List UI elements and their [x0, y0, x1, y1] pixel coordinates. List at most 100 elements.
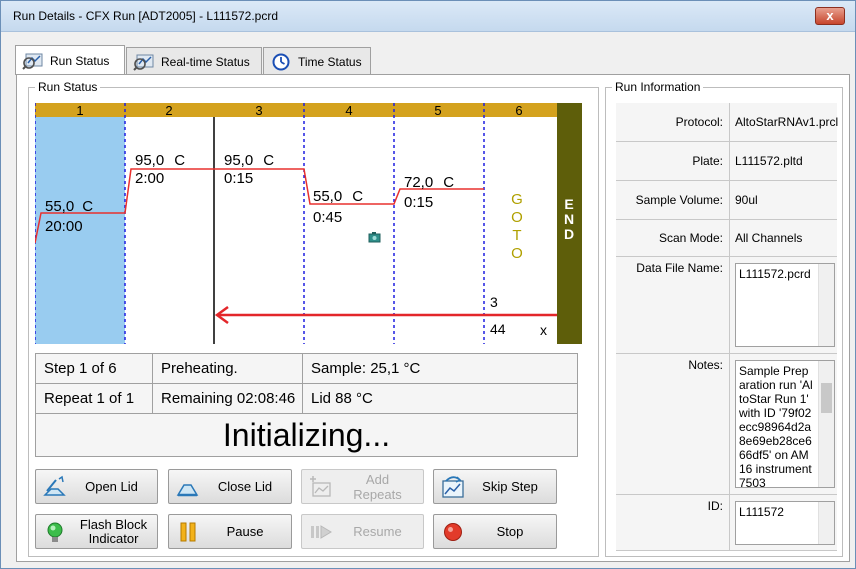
- close-icon: x: [826, 8, 834, 23]
- step-2-unit: C: [174, 152, 185, 169]
- step-3-time: 0:15: [224, 170, 253, 187]
- step-number-1: 1: [76, 103, 83, 118]
- step-3-unit: C: [263, 152, 274, 169]
- data-file-textbox[interactable]: L111572.pcrd: [735, 263, 835, 347]
- protocol-step-graph: 1 2 3 4 5 6 55,0 C 20:00 95,0 C 2:00 95,…: [35, 103, 593, 344]
- step-4-temperature: 55,0: [313, 188, 342, 205]
- scan-mode-value: All Channels: [735, 231, 803, 245]
- run-status-table: Step 1 of 6 Preheating. Sample: 25,1 °C …: [35, 353, 578, 457]
- step-5-time: 0:15: [404, 194, 433, 211]
- step-5-temperature: 72,0: [404, 174, 433, 191]
- svg-text:72,0C: 72,0 C: [404, 174, 454, 191]
- tab-real-time-status-label: Real-time Status: [161, 54, 250, 69]
- flash-block-indicator-button[interactable]: Flash Block Indicator: [35, 514, 158, 549]
- stop-button[interactable]: Stop: [433, 514, 557, 549]
- id-scrollbar[interactable]: [818, 502, 834, 544]
- skip-step-icon: [442, 475, 464, 498]
- step-4-time: 0:45: [313, 209, 342, 226]
- skip-step-label: Skip Step: [482, 479, 538, 494]
- close-lid-button[interactable]: Close Lid: [168, 469, 292, 504]
- step-progress: Step 1 of 6: [36, 354, 153, 384]
- step-header-bar: [35, 103, 557, 117]
- flash-block-label-line2: Indicator: [88, 530, 139, 546]
- step-4-unit: C: [352, 188, 363, 205]
- run-details-window: Run Details - CFX Run [ADT2005] - L11157…: [0, 0, 856, 569]
- scan-mode-key: Scan Mode:: [658, 231, 723, 245]
- step-1-unit: C: [82, 198, 93, 215]
- resume-label: Resume: [353, 524, 402, 539]
- tab-run-status-label: Run Status: [50, 53, 110, 68]
- id-key: ID:: [707, 499, 723, 513]
- add-repeats-label: Add Repeats: [353, 471, 402, 502]
- step-number-4: 4: [345, 103, 352, 118]
- magnifier-chart-icon: [133, 54, 154, 71]
- data-file-scrollbar[interactable]: [818, 264, 834, 346]
- step-5-unit: C: [443, 174, 454, 191]
- pause-label: Pause: [226, 524, 264, 539]
- svg-text:55,0C: 55,0 C: [313, 188, 363, 205]
- clock-icon: [272, 53, 290, 70]
- resume-button[interactable]: Resume: [301, 514, 424, 549]
- step-number-2: 2: [165, 103, 172, 118]
- sample-volume-value: 90ul: [735, 193, 758, 207]
- id-value: L111572: [739, 505, 784, 519]
- add-repeats-icon: [310, 475, 331, 497]
- tab-time-status-label: Time Status: [298, 54, 362, 69]
- flash-block-label-line1: Flash Block: [79, 516, 148, 532]
- tab-time-status[interactable]: Time Status: [263, 47, 371, 75]
- close-window-button[interactable]: x: [815, 7, 845, 25]
- close-lid-label: Close Lid: [217, 479, 273, 494]
- id-row: ID: L111572: [616, 495, 837, 551]
- close-lid-icon: [176, 483, 199, 496]
- goto-times-symbol: x: [540, 322, 547, 338]
- stop-label: Stop: [496, 524, 524, 539]
- data-file-key: Data File Name:: [636, 261, 723, 275]
- goto-target-step: 3: [490, 294, 498, 310]
- protocol-key: Protocol:: [675, 115, 723, 129]
- notes-textbox[interactable]: Sample Preparation run 'AltoStar Run 1' …: [735, 360, 835, 488]
- run-information-group-label: Run Information: [612, 80, 704, 94]
- open-lid-button[interactable]: Open Lid: [35, 469, 158, 504]
- id-textbox[interactable]: L111572: [735, 501, 835, 545]
- remaining-time: Remaining 02:08:46: [153, 384, 303, 414]
- run-status-message: Initializing...: [222, 417, 391, 453]
- step-2-temperature: 95,0: [135, 152, 164, 169]
- notes-value: Sample Preparation run 'AltoStar Run 1' …: [739, 364, 813, 488]
- sample-volume-row: Sample Volume: 90ul: [616, 181, 837, 220]
- data-file-value: L111572.pcrd: [739, 267, 811, 281]
- step-2-time: 2:00: [135, 170, 164, 187]
- step-number-6: 6: [515, 103, 522, 118]
- tab-run-status[interactable]: Run Status: [15, 45, 125, 75]
- window-title: Run Details - CFX Run [ADT2005] - L11157…: [13, 9, 279, 23]
- step-1-temperature: 55,0: [45, 198, 74, 215]
- skip-step-button[interactable]: Skip Step: [433, 469, 557, 504]
- add-repeats-button[interactable]: Add Repeats: [301, 469, 424, 504]
- step-1-time: 20:00: [45, 218, 83, 235]
- end-letter: D: [564, 226, 574, 242]
- svg-text:95,0C: 95,0 C: [135, 152, 185, 169]
- step-3-temperature: 95,0: [224, 152, 253, 169]
- run-status-group-label: Run Status: [35, 80, 101, 94]
- pause-button[interactable]: Pause: [168, 514, 292, 549]
- flash-indicator-icon: [47, 522, 63, 542]
- tab-real-time-status[interactable]: Real-time Status: [126, 47, 262, 75]
- pause-icon: [180, 522, 196, 541]
- sample-temperature: Sample: 25,1 °C: [303, 354, 577, 384]
- goto-letter: G: [511, 191, 523, 208]
- goto-letter: O: [511, 209, 523, 226]
- notes-scroll-thumb[interactable]: [821, 383, 832, 413]
- notes-row: Notes: Sample Preparation run 'AltoStar …: [616, 354, 837, 495]
- plate-row: Plate: L111572.pltd: [616, 142, 837, 181]
- goto-letter: T: [512, 227, 521, 244]
- notes-scrollbar[interactable]: [818, 361, 834, 487]
- open-lid-label: Open Lid: [85, 479, 138, 494]
- open-lid-icon: [43, 475, 66, 496]
- tab-content: Run Status 1 2 3 4 5 6 55,0 C 20:00 95,0…: [16, 74, 850, 562]
- title-bar: Run Details - CFX Run [ADT2005] - L11157…: [1, 1, 855, 32]
- plate-key: Plate:: [692, 154, 723, 168]
- protocol-value: AltoStarRNAv1.prcl: [735, 115, 839, 129]
- magnifier-chart-icon: [22, 53, 43, 70]
- end-letter: E: [564, 196, 573, 212]
- resume-icon: [311, 524, 332, 539]
- step-number-3: 3: [255, 103, 262, 118]
